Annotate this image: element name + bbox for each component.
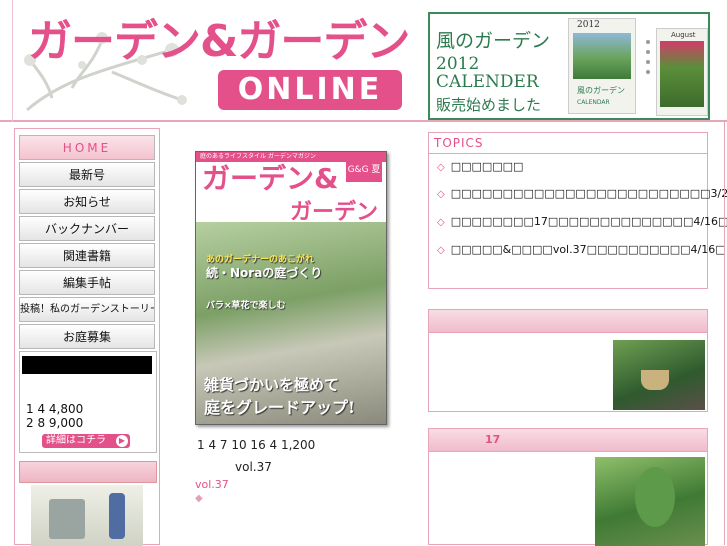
watering-can-image	[49, 499, 85, 539]
subscription-box: 1 4 4,800 2 8 9,000 詳細はコチラ ▶	[19, 351, 157, 453]
site-logo[interactable]: ガーデン&ガーデン ONLINE	[22, 10, 412, 116]
nav-latest-issue[interactable]: 最新号	[19, 162, 155, 187]
logo-text: ガーデン&ガーデン	[28, 16, 410, 67]
sidebar: HOME 最新号 お知らせ バックナンバー 関連書籍 編集手帖 投稿！私のガーデ…	[14, 128, 160, 546]
feature-panel	[428, 309, 708, 412]
topic-text: □□□□□□□□17□□□□□□□□□□□□□□4/16□	[450, 215, 727, 228]
cover-text-c: バラ×草花で楽しむ	[206, 301, 286, 311]
topics-header: TOPICS	[429, 133, 707, 154]
calendar-banner[interactable]: 風のガーデン 2012 CALENDER 販売始めました 2012 風のガーデン…	[428, 12, 710, 120]
topic-item[interactable]: ◇ □□□□□□□□□□□□□□□□□□□□□□□□□3/26□	[437, 187, 727, 200]
main-content: 庭のあるライフスタイル ガーデンマガジン ガーデン& ガーデン G&G 夏号 3…	[162, 128, 424, 545]
sidebar-garden-photo[interactable]	[31, 485, 143, 546]
succulent-photo[interactable]	[613, 340, 705, 410]
subscription-price-2: 2 8 9,000	[26, 416, 84, 430]
calendar-title: 風のガーデン	[577, 86, 625, 95]
issue-number: vol.37	[235, 460, 272, 474]
nav-related-books[interactable]: 関連書籍	[19, 243, 155, 268]
calendar-cover-image: 2012 風のガーデン CALENDAR	[568, 18, 636, 114]
right-divider	[724, 122, 725, 545]
feature-panel-header	[429, 310, 707, 333]
logo-online-badge: ONLINE	[218, 70, 402, 110]
topic-item[interactable]: ◇ □□□□□&□□□□vol.37□□□□□□□□□□4/16□	[437, 243, 726, 256]
garden-photo[interactable]	[595, 457, 705, 546]
detail-button[interactable]: 詳細はコチラ ▶	[42, 434, 130, 448]
cover-headline-2: 庭をグレードアップ!	[204, 398, 356, 417]
nav-garden-story[interactable]: 投稿！私のガーデンストーリー	[19, 297, 155, 322]
nav-news[interactable]: お知らせ	[19, 189, 155, 214]
calendar-month: August	[671, 31, 696, 39]
magazine-cover[interactable]: 庭のあるライフスタイル ガーデンマガジン ガーデン& ガーデン G&G 夏号 3…	[195, 151, 387, 425]
nav-home[interactable]: HOME	[19, 135, 155, 160]
arrow-right-icon: ▶	[116, 435, 128, 447]
subscription-price-1: 1 4 4,800	[26, 402, 84, 416]
topic-text: □□□□□&□□□□vol.37□□□□□□□□□□4/16□	[450, 243, 726, 256]
topic-text: □□□□□□□	[450, 160, 524, 173]
nav-editor-notes[interactable]: 編集手帖	[19, 270, 155, 295]
banner-title: 風のガーデン	[436, 30, 551, 52]
garden-panel-number: 17	[485, 433, 501, 446]
issue-link[interactable]: vol.37	[195, 478, 229, 491]
bullet-icon: ◆	[195, 493, 203, 504]
issue-date-price: 1 4 7 10 16 4 1,200	[197, 438, 316, 452]
diamond-icon: ◇	[437, 162, 445, 173]
calendar-photo	[573, 33, 631, 79]
nav-garden-recruit[interactable]: お庭募集	[19, 324, 155, 349]
cover-title: ガーデン&	[202, 162, 339, 195]
garden-panel-header: 17	[429, 429, 707, 452]
topics-panel: TOPICS ◇ □□□□□□□ ◇ □□□□□□□□□□□□□□□□□□□□□□□…	[428, 132, 727, 289]
calendar-page-image: August	[656, 28, 708, 116]
lantern-image	[109, 493, 125, 539]
nav-back-numbers[interactable]: バックナンバー	[19, 216, 155, 241]
topics-title: TOPICS	[434, 136, 484, 150]
detail-button-label: 詳細はコチラ	[46, 435, 106, 446]
banner-year: 2012	[436, 54, 480, 74]
diamond-icon: ◇	[437, 189, 445, 200]
pot-image	[641, 370, 669, 390]
subscription-header-bar	[22, 356, 152, 374]
banner-calender-word: CALENDER	[436, 72, 539, 92]
cover-issue-badge: G&G 夏号 37	[346, 158, 382, 199]
calendar-ring-icon	[646, 40, 650, 74]
garden-panel: 17	[428, 428, 708, 546]
calendar-year: 2012	[577, 20, 600, 30]
cover-text-b: 続・Noraの庭づくり	[206, 266, 323, 280]
topic-text: □□□□□□□□□□□□□□□□□□□□□□□□□3/26□	[450, 187, 727, 200]
topic-item[interactable]: ◇ □□□□□□□□17□□□□□□□□□□□□□□4/16□	[437, 215, 727, 228]
diamond-icon: ◇	[437, 245, 445, 256]
diamond-icon: ◇	[437, 217, 445, 228]
topic-item[interactable]: ◇ □□□□□□□	[437, 160, 523, 173]
calendar-page-photo	[660, 41, 704, 107]
header-divider	[12, 0, 13, 122]
banner-sale-text: 販売始めました	[436, 96, 542, 114]
calendar-subtitle: CALENDAR	[577, 99, 610, 106]
cover-headline-1: 雑貨づかいを極めて	[204, 376, 340, 394]
tree-image	[635, 467, 675, 527]
sidebar-section-header	[19, 461, 157, 483]
